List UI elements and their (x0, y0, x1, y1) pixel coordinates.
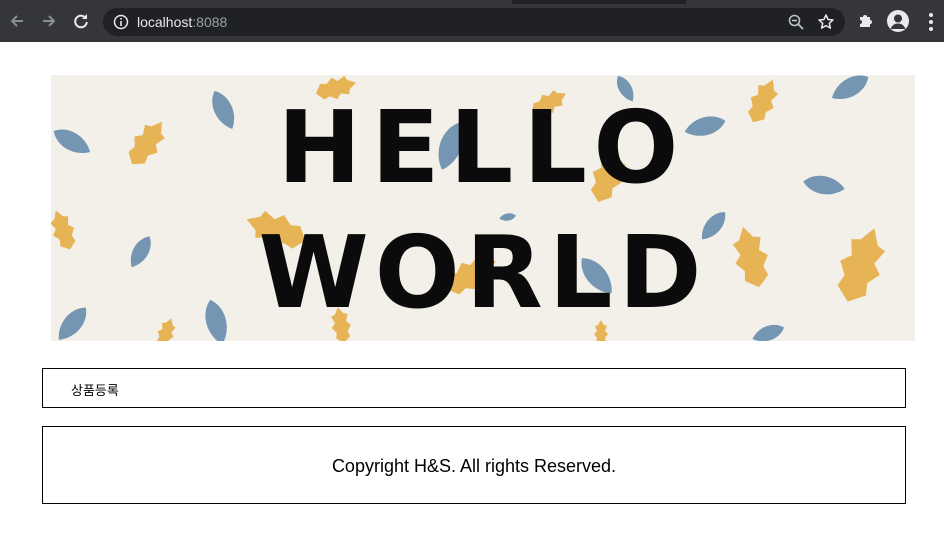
arrow-right-icon (43, 15, 56, 27)
star-icon[interactable] (817, 13, 835, 31)
info-icon[interactable] (113, 14, 129, 30)
avatar-icon[interactable] (887, 10, 909, 32)
back-button[interactable] (6, 10, 28, 32)
puzzle-icon[interactable] (857, 11, 875, 29)
url-port: :8088 (192, 14, 228, 30)
tab-edge[interactable] (686, 0, 944, 4)
zoom-out-icon[interactable] (787, 13, 805, 31)
person-icon (890, 14, 906, 29)
reload-button[interactable] (70, 10, 92, 32)
banner-line-hello: HELLO (277, 89, 689, 206)
menu-bar: 상품등록 (42, 368, 906, 408)
hero-banner: HELLO WORLD (51, 75, 915, 341)
browser-toolbar: localhost:8088 (0, 0, 944, 42)
kebab-menu-icon[interactable] (923, 12, 939, 32)
forward-button[interactable] (38, 10, 60, 32)
url-text[interactable]: localhost:8088 (137, 14, 227, 30)
copyright-text: Copyright H&S. All rights Reserved. (331, 456, 617, 476)
product-register-link[interactable]: 상품등록 (71, 380, 119, 399)
reload-icon (74, 14, 88, 29)
tab-active-edge[interactable] (0, 0, 512, 4)
address-bar[interactable]: localhost:8088 (103, 8, 845, 36)
arrow-left-icon (10, 15, 23, 27)
banner-line-world: WORLD (258, 214, 708, 331)
url-host: localhost (137, 14, 193, 30)
tab-strip (0, 0, 944, 4)
footer: Copyright H&S. All rights Reserved. (42, 426, 906, 504)
